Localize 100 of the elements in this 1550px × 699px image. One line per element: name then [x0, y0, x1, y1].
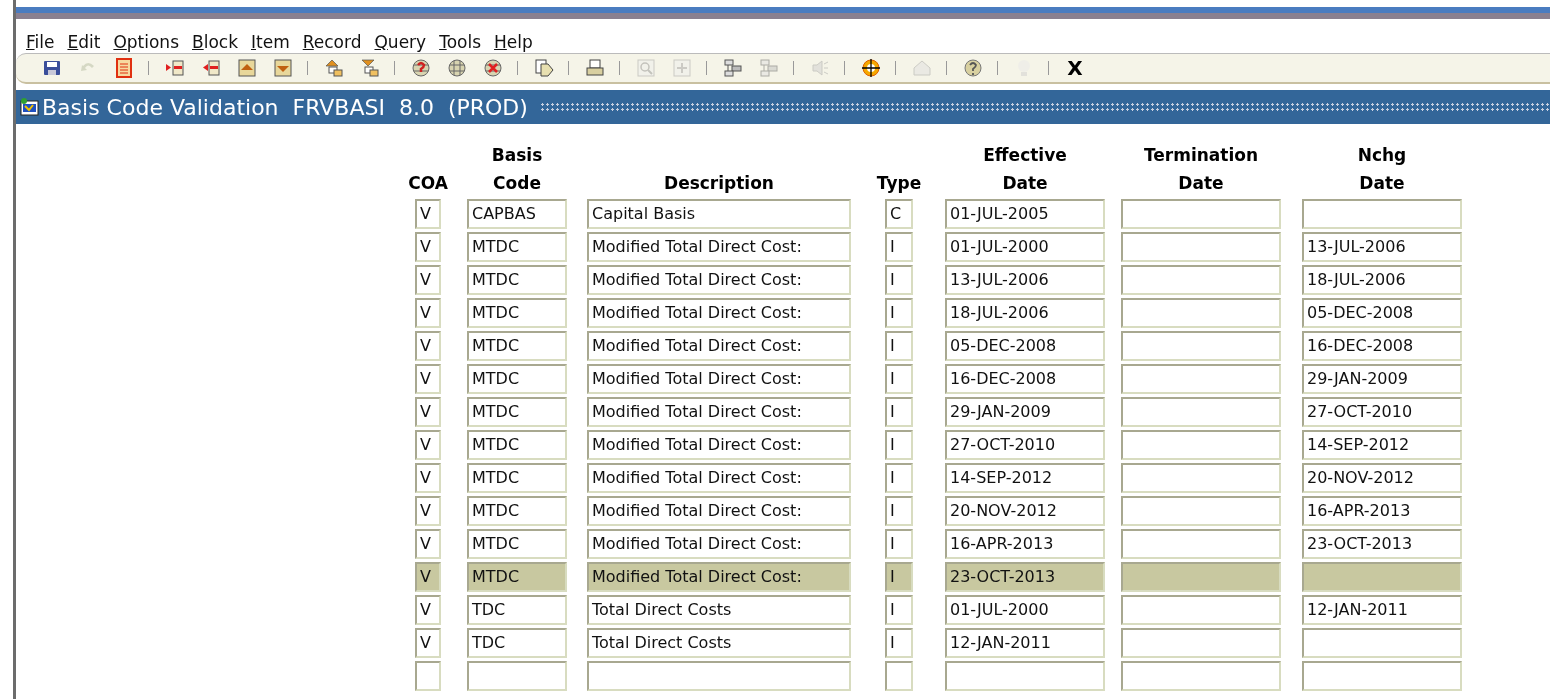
text-field[interactable]: Modified Total Direct Cost: — [587, 528, 851, 559]
text-field[interactable]: Modified Total Direct Cost: — [587, 297, 851, 328]
text-field[interactable]: 14-SEP-2012 — [945, 462, 1105, 493]
text-field[interactable]: V — [415, 396, 441, 427]
text-field[interactable]: MTDC — [467, 297, 567, 328]
text-field[interactable]: MTDC — [467, 462, 567, 493]
text-field[interactable] — [1302, 660, 1462, 691]
text-field[interactable]: I — [885, 297, 913, 328]
text-field[interactable]: Modified Total Direct Cost: — [587, 330, 851, 361]
text-field[interactable]: Modified Total Direct Cost: — [587, 561, 851, 592]
text-field[interactable]: V — [415, 495, 441, 526]
text-field[interactable]: I — [885, 627, 913, 658]
text-field[interactable] — [1121, 462, 1281, 493]
text-field[interactable]: V — [415, 264, 441, 295]
text-field[interactable]: V — [415, 330, 441, 361]
text-field[interactable] — [1121, 660, 1281, 691]
text-field[interactable]: I — [885, 264, 913, 295]
text-field[interactable]: 13-JUL-2006 — [945, 264, 1105, 295]
text-field[interactable] — [1302, 561, 1462, 592]
text-field[interactable]: 23-OCT-2013 — [1302, 528, 1462, 559]
exit-button[interactable]: X — [1062, 56, 1088, 80]
text-field[interactable] — [415, 660, 441, 691]
text-field[interactable]: 18-JUL-2006 — [1302, 264, 1462, 295]
text-field[interactable]: CAPBAS — [467, 198, 567, 229]
text-field[interactable]: I — [885, 561, 913, 592]
text-field[interactable]: I — [885, 462, 913, 493]
text-field[interactable]: 20-NOV-2012 — [1302, 462, 1462, 493]
text-field[interactable]: V — [415, 462, 441, 493]
text-field[interactable] — [1121, 297, 1281, 328]
text-field[interactable]: I — [885, 429, 913, 460]
text-field[interactable]: I — [885, 396, 913, 427]
text-field[interactable]: I — [885, 231, 913, 262]
text-field[interactable]: Modified Total Direct Cost: — [587, 231, 851, 262]
text-field[interactable]: I — [885, 363, 913, 394]
text-field[interactable]: MTDC — [467, 330, 567, 361]
text-field[interactable]: Modified Total Direct Cost: — [587, 495, 851, 526]
menu-item[interactable]: Item — [251, 33, 290, 49]
text-field[interactable]: V — [415, 594, 441, 625]
text-field[interactable]: V — [415, 231, 441, 262]
text-field[interactable]: 16-DEC-2008 — [945, 363, 1105, 394]
menu-item[interactable]: Edit — [67, 33, 101, 49]
text-field[interactable]: 27-OCT-2010 — [945, 429, 1105, 460]
text-field[interactable]: TDC — [467, 594, 567, 625]
text-field[interactable]: V — [415, 561, 441, 592]
text-field[interactable]: I — [885, 495, 913, 526]
text-field[interactable]: 12-JAN-2011 — [945, 627, 1105, 658]
text-field[interactable]: I — [885, 528, 913, 559]
text-field[interactable]: V — [415, 429, 441, 460]
text-field[interactable]: 01-JUL-2000 — [945, 231, 1105, 262]
text-field[interactable]: V — [415, 363, 441, 394]
text-field[interactable] — [1121, 429, 1281, 460]
text-field[interactable]: MTDC — [467, 396, 567, 427]
text-field[interactable]: Modified Total Direct Cost: — [587, 396, 851, 427]
text-field[interactable] — [1121, 495, 1281, 526]
text-field[interactable]: 01-JUL-2000 — [945, 594, 1105, 625]
text-field[interactable]: MTDC — [467, 495, 567, 526]
menu-item[interactable]: File — [26, 33, 55, 49]
text-field[interactable] — [1302, 198, 1462, 229]
text-field[interactable]: 13-JUL-2006 — [1302, 231, 1462, 262]
text-field[interactable]: Total Direct Costs — [587, 594, 851, 625]
text-field[interactable]: V — [415, 528, 441, 559]
text-field[interactable]: MTDC — [467, 231, 567, 262]
text-field[interactable] — [1121, 231, 1281, 262]
text-field[interactable]: V — [415, 627, 441, 658]
menu-item[interactable]: Block — [192, 33, 238, 49]
text-field[interactable]: 20-NOV-2012 — [945, 495, 1105, 526]
text-field[interactable]: 05-DEC-2008 — [1302, 297, 1462, 328]
menu-item[interactable]: Record — [302, 33, 362, 49]
menu-item[interactable]: Tools — [439, 33, 482, 49]
text-field[interactable]: 14-SEP-2012 — [1302, 429, 1462, 460]
text-field[interactable]: Modified Total Direct Cost: — [587, 462, 851, 493]
text-field[interactable]: V — [415, 198, 441, 229]
text-field[interactable]: Total Direct Costs — [587, 627, 851, 658]
text-field[interactable]: C — [885, 198, 913, 229]
text-field[interactable]: Capital Basis — [587, 198, 851, 229]
text-field[interactable] — [1121, 561, 1281, 592]
text-field[interactable]: 29-JAN-2009 — [1302, 363, 1462, 394]
text-field[interactable]: 01-JUL-2005 — [945, 198, 1105, 229]
text-field[interactable]: 12-JAN-2011 — [1302, 594, 1462, 625]
text-field[interactable]: MTDC — [467, 363, 567, 394]
text-field[interactable]: 16-APR-2013 — [945, 528, 1105, 559]
text-field[interactable] — [885, 660, 913, 691]
text-field[interactable]: V — [415, 297, 441, 328]
text-field[interactable]: 16-APR-2013 — [1302, 495, 1462, 526]
text-field[interactable] — [1121, 594, 1281, 625]
text-field[interactable]: MTDC — [467, 429, 567, 460]
text-field[interactable] — [587, 660, 851, 691]
text-field[interactable] — [945, 660, 1105, 691]
text-field[interactable] — [467, 660, 567, 691]
text-field[interactable]: Modified Total Direct Cost: — [587, 429, 851, 460]
text-field[interactable]: MTDC — [467, 528, 567, 559]
text-field[interactable] — [1302, 627, 1462, 658]
text-field[interactable]: TDC — [467, 627, 567, 658]
text-field[interactable]: MTDC — [467, 264, 567, 295]
text-field[interactable] — [1121, 330, 1281, 361]
text-field[interactable]: 27-OCT-2010 — [1302, 396, 1462, 427]
text-field[interactable]: 05-DEC-2008 — [945, 330, 1105, 361]
text-field[interactable]: 29-JAN-2009 — [945, 396, 1105, 427]
text-field[interactable] — [1121, 396, 1281, 427]
text-field[interactable]: I — [885, 330, 913, 361]
